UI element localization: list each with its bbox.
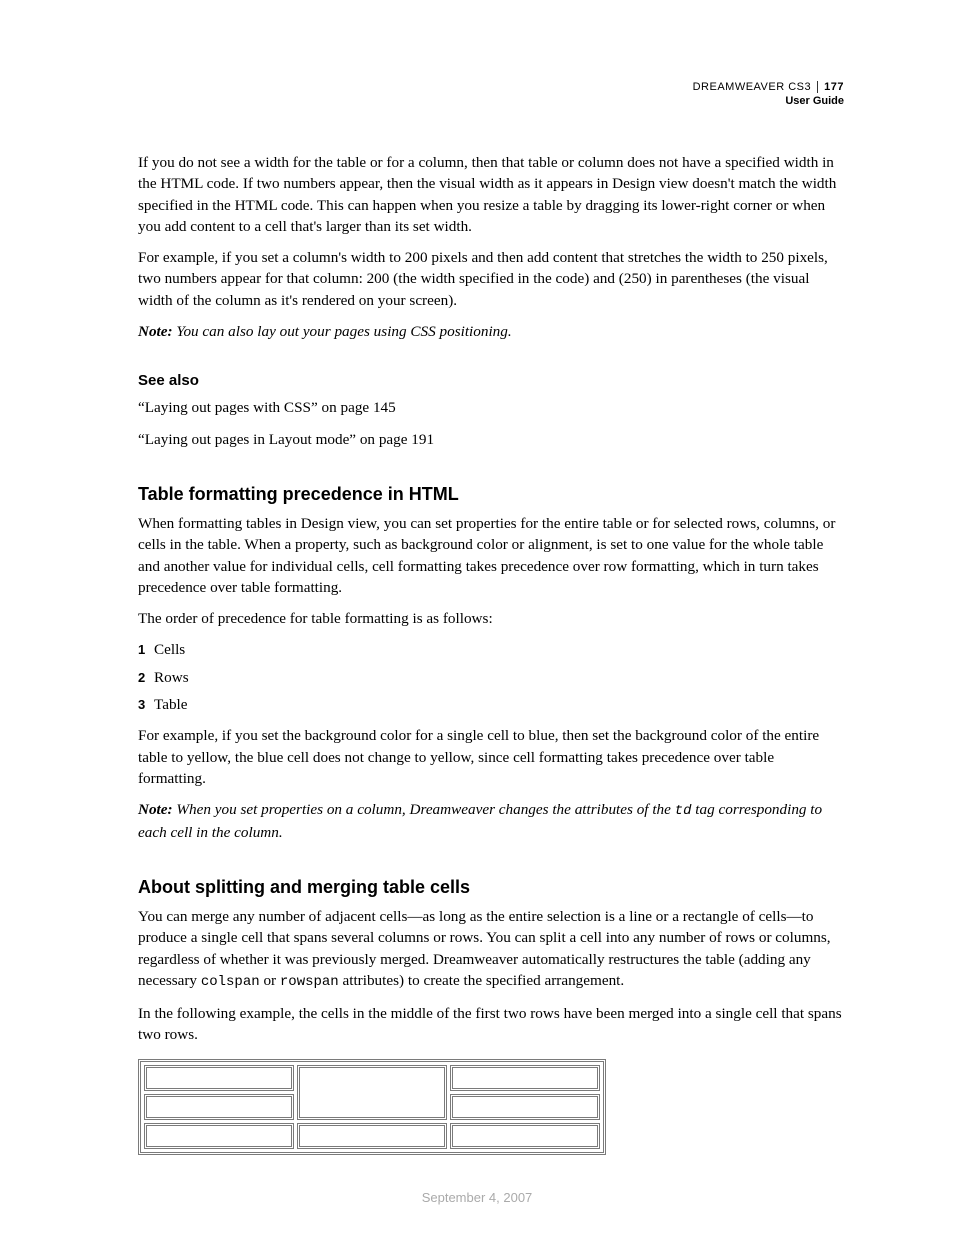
example-table-diagram [138,1059,606,1155]
list-item: 3Table [138,694,844,715]
table-cell [450,1094,600,1120]
note-label: Note: [138,801,173,818]
list-number: 2 [138,669,154,687]
table-cell [144,1123,294,1149]
note-text: You can also lay out your pages using CS… [173,323,512,340]
list-text: Rows [154,669,189,686]
note-paragraph: Note: When you set properties on a colum… [138,799,844,843]
table-cell [144,1065,294,1091]
see-also-link: “Laying out pages with CSS” on page 145 [138,397,844,418]
body-paragraph: For example, if you set the background c… [138,725,844,789]
section-heading: About splitting and merging table cells [138,875,844,900]
section-heading: Table formatting precedence in HTML [138,482,844,507]
table-cell-merged [297,1065,447,1120]
header-subtitle: User Guide [693,94,844,108]
page-number: 177 [817,81,844,93]
header-product: DREAMWEAVER CS3 [693,81,812,93]
note-paragraph: Note: You can also lay out your pages us… [138,321,844,342]
table-cell [450,1123,600,1149]
body-text: attributes) to create the specified arra… [339,972,624,989]
footer-date: September 4, 2007 [0,1190,954,1205]
see-also-heading: See also [138,370,844,391]
table-cell [297,1123,447,1149]
body-paragraph: The order of precedence for table format… [138,608,844,629]
body-text: or [260,972,280,989]
note-label: Note: [138,323,173,340]
code-inline: colspan [201,974,260,990]
body-paragraph: When formatting tables in Design view, y… [138,513,844,598]
note-text: When you set properties on a column, Dre… [173,801,675,818]
body-paragraph: If you do not see a width for the table … [138,152,844,237]
table-cell [450,1065,600,1091]
list-text: Table [154,696,188,713]
list-item: 1Cells [138,639,844,660]
list-number: 3 [138,696,154,714]
body-paragraph: You can merge any number of adjacent cel… [138,906,844,992]
body-paragraph: For example, if you set a column's width… [138,247,844,311]
table-cell [144,1094,294,1120]
code-inline: rowspan [280,974,339,990]
page-header: DREAMWEAVER CS3 177 User Guide [693,80,844,109]
body-paragraph: In the following example, the cells in t… [138,1003,844,1046]
see-also-link: “Laying out pages in Layout mode” on pag… [138,429,844,450]
page-content: If you do not see a width for the table … [138,152,844,1155]
code-inline: td [675,803,692,819]
list-item: 2Rows [138,667,844,688]
list-number: 1 [138,641,154,659]
list-text: Cells [154,641,185,658]
precedence-list: 1Cells 2Rows 3Table [138,639,844,715]
